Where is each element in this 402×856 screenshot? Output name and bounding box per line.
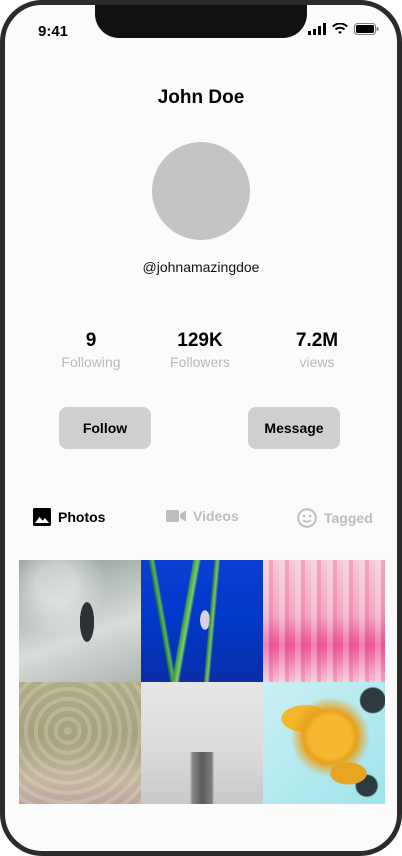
stat-label: Followers bbox=[170, 354, 230, 370]
photo-thumbnail[interactable] bbox=[19, 560, 141, 682]
tab-label: Videos bbox=[193, 508, 239, 524]
follow-button[interactable]: Follow bbox=[59, 407, 151, 449]
message-button[interactable]: Message bbox=[248, 407, 340, 449]
profile-handle: @johnamazingdoe bbox=[142, 259, 260, 275]
photo-thumbnail[interactable] bbox=[263, 560, 385, 682]
photo-grid bbox=[19, 560, 385, 804]
cellular-signal-icon bbox=[308, 23, 326, 35]
stat-value: 9 bbox=[85, 330, 97, 351]
stat-following[interactable]: 9 Following bbox=[31, 330, 151, 370]
stat-label: Following bbox=[61, 354, 121, 370]
status-icons bbox=[308, 23, 379, 35]
photo-thumbnail[interactable] bbox=[141, 560, 263, 682]
wifi-icon bbox=[332, 23, 348, 34]
photo-thumbnail[interactable] bbox=[263, 682, 385, 804]
image-icon bbox=[33, 508, 51, 526]
tab-label: Tagged bbox=[324, 510, 373, 526]
smiley-icon bbox=[297, 508, 317, 528]
stat-views[interactable]: 7.2M views bbox=[257, 330, 377, 370]
stat-label: views bbox=[299, 354, 335, 370]
tab-tagged[interactable]: Tagged bbox=[297, 508, 373, 528]
video-camera-icon bbox=[166, 510, 186, 522]
battery-icon bbox=[354, 23, 379, 35]
tab-label: Photos bbox=[58, 509, 106, 525]
stat-value: 7.2M bbox=[295, 330, 339, 351]
photo-thumbnail[interactable] bbox=[141, 682, 263, 804]
stat-value: 129K bbox=[177, 330, 223, 351]
tab-videos[interactable]: Videos bbox=[166, 508, 239, 524]
device-notch bbox=[95, 5, 307, 38]
photo-thumbnail[interactable] bbox=[19, 682, 141, 804]
tab-photos[interactable]: Photos bbox=[33, 508, 105, 526]
avatar[interactable] bbox=[152, 142, 250, 240]
profile-name: John Doe bbox=[157, 87, 245, 108]
phone-frame: 9:41 John Doe @johnamazingdoe 9 Followin… bbox=[0, 0, 402, 856]
stat-followers[interactable]: 129K Followers bbox=[140, 330, 260, 370]
status-time: 9:41 bbox=[38, 23, 69, 40]
